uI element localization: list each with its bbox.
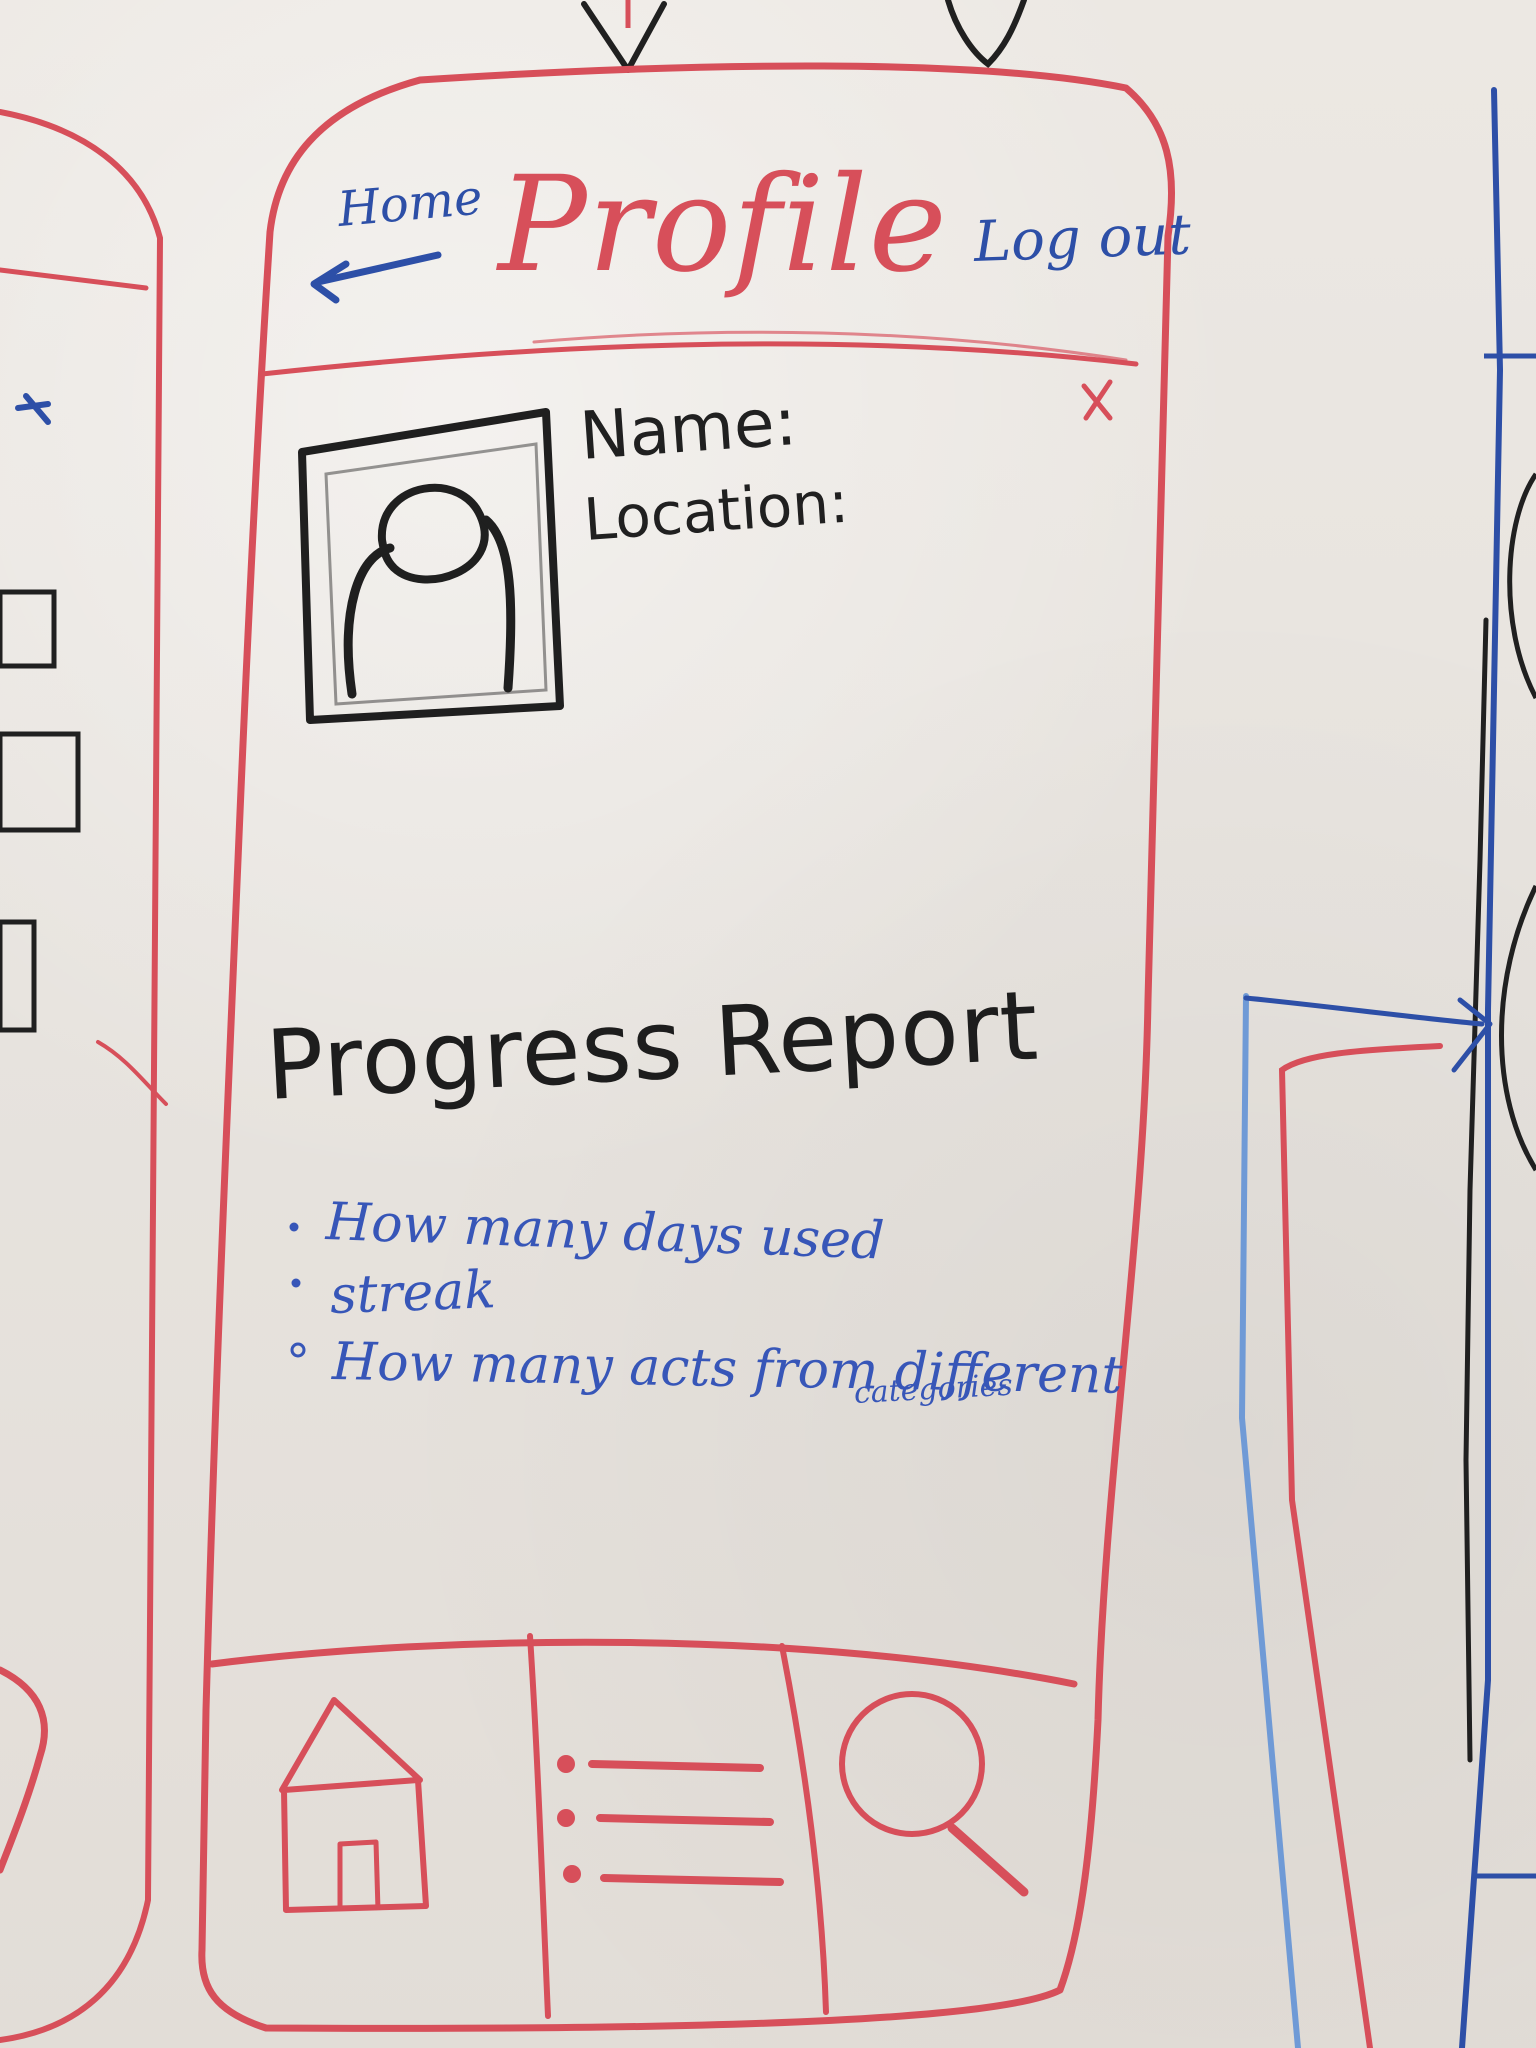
right-adjacent-curve-1 [1507, 472, 1536, 700]
progress-bullet-1 [289, 1222, 299, 1232]
avatar-icon [298, 408, 564, 724]
top-arrow-left [581, 1, 667, 73]
tab-divider-1 [527, 1633, 551, 2019]
right-adjacent-red-frame [1278, 1043, 1443, 2048]
tab-divider-2 [779, 1643, 829, 2015]
right-adjacent-curve-2 [1499, 884, 1536, 1172]
progress-item-streak: streak [328, 1260, 497, 1326]
left-screen-box-2 [0, 731, 81, 833]
right-adjacent-black-frame [1463, 617, 1489, 1763]
arrow-left-icon [310, 251, 442, 304]
right-adjacent-blue-frame-2-top [1243, 995, 1485, 1027]
profile-name-label: Name: [577, 382, 800, 475]
progress-bullet-2 [291, 1278, 301, 1288]
left-adjacent-screen [0, 109, 164, 2043]
left-screen-sketch-mark [15, 393, 51, 425]
left-screen-box-1 [0, 589, 57, 669]
close-icon [1081, 379, 1113, 421]
list-icon [557, 1755, 784, 1886]
home-icon [279, 1697, 429, 1913]
header-divider [259, 341, 1139, 377]
tab-bar-top-divider [208, 1638, 1078, 1688]
left-screen-box-3 [0, 919, 37, 1033]
left-screen-bottom-mark [0, 1666, 48, 1874]
search-icon [839, 1691, 1029, 1897]
logout-link[interactable]: Log out [973, 202, 1192, 275]
top-arrow-right [945, 0, 1027, 68]
right-adjacent-blue-frame-2 [1238, 993, 1301, 2048]
progress-bullet-3 [290, 1342, 306, 1358]
left-screen-divider [0, 267, 149, 291]
page-title: Profile [498, 148, 948, 302]
